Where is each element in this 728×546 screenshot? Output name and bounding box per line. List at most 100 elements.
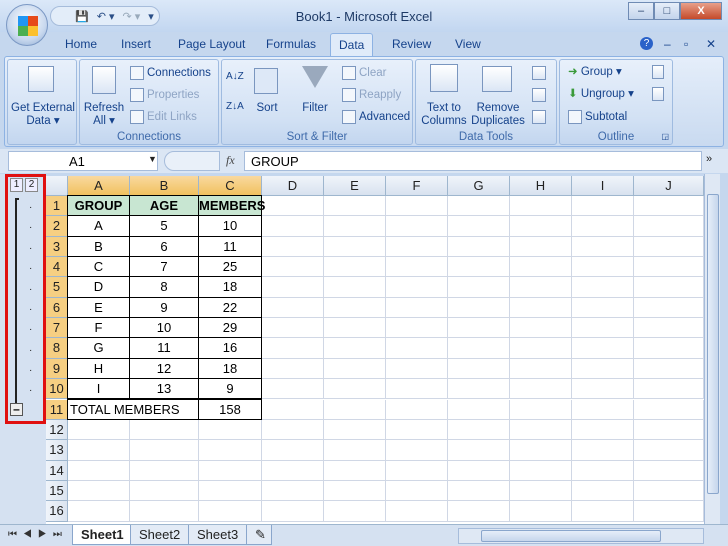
- cell[interactable]: [324, 297, 386, 319]
- table-header-cell[interactable]: GROUP: [67, 195, 130, 217]
- table-cell[interactable]: 6: [129, 235, 199, 258]
- edit-links-button[interactable]: Edit Links: [130, 110, 197, 124]
- expand-formula-bar-icon[interactable]: »: [706, 153, 712, 165]
- cell[interactable]: [199, 480, 262, 502]
- cell[interactable]: [386, 257, 448, 278]
- cell[interactable]: [634, 216, 704, 237]
- cell[interactable]: [448, 460, 510, 481]
- name-box-dropdown-icon[interactable]: ▼: [148, 154, 157, 164]
- cell[interactable]: [572, 338, 634, 359]
- cell[interactable]: [634, 257, 704, 278]
- row-header-9[interactable]: 9: [46, 358, 68, 380]
- column-header-e[interactable]: E: [324, 176, 386, 196]
- table-cell[interactable]: 29: [198, 317, 262, 339]
- cell[interactable]: [510, 297, 572, 319]
- sort-button[interactable]: Sort: [252, 102, 282, 115]
- sheet-tab-sheet1[interactable]: Sheet1: [72, 525, 133, 545]
- row-header-10[interactable]: 10: [46, 379, 68, 400]
- cell[interactable]: [634, 501, 704, 522]
- row-header-8[interactable]: 8: [46, 338, 68, 359]
- cell[interactable]: [634, 338, 704, 359]
- cell[interactable]: [130, 440, 199, 461]
- cell[interactable]: [634, 480, 704, 502]
- column-header-d[interactable]: D: [262, 176, 324, 196]
- cell[interactable]: [386, 236, 448, 258]
- table-cell[interactable]: G: [67, 337, 130, 359]
- dialog-launcher-icon[interactable]: ◲: [661, 132, 669, 141]
- cell[interactable]: [262, 440, 324, 461]
- cell[interactable]: [324, 216, 386, 237]
- cell[interactable]: [510, 399, 572, 420]
- subtotal-button[interactable]: Subtotal: [568, 110, 627, 124]
- cell[interactable]: [324, 196, 386, 217]
- table-header-cell[interactable]: MEMBERS: [198, 195, 265, 217]
- remove-duplicates-button[interactable]: Remove Duplicates: [468, 102, 528, 128]
- cell[interactable]: [262, 419, 324, 441]
- cell[interactable]: [572, 419, 634, 441]
- cell[interactable]: [634, 196, 704, 217]
- minimize-button[interactable]: –: [628, 2, 654, 20]
- cell[interactable]: [262, 480, 324, 502]
- table-cell[interactable]: 18: [198, 357, 262, 380]
- table-cell[interactable]: 13: [129, 378, 199, 400]
- cell[interactable]: [262, 358, 324, 380]
- refresh-all-button[interactable]: Refresh All ▾: [82, 102, 126, 128]
- cell[interactable]: [68, 440, 130, 461]
- table-cell[interactable]: 7: [129, 256, 199, 278]
- table-cell[interactable]: 16: [198, 337, 262, 359]
- row-header-2[interactable]: 2: [46, 216, 68, 237]
- reapply-button[interactable]: Reapply: [342, 88, 401, 102]
- column-header-h[interactable]: H: [510, 176, 572, 196]
- cell[interactable]: [324, 399, 386, 420]
- cell[interactable]: [510, 216, 572, 237]
- cell[interactable]: [199, 440, 262, 461]
- cell[interactable]: [572, 480, 634, 502]
- cell[interactable]: [324, 318, 386, 339]
- table-cell[interactable]: 5: [129, 215, 199, 237]
- cell[interactable]: [324, 419, 386, 441]
- row-header-6[interactable]: 6: [46, 297, 68, 319]
- cell[interactable]: [262, 501, 324, 522]
- row-header-12[interactable]: 12: [46, 419, 68, 441]
- cell[interactable]: [634, 440, 704, 461]
- formula-splitter[interactable]: [164, 151, 220, 171]
- data-validation-icon[interactable]: [532, 66, 546, 80]
- cell[interactable]: [324, 480, 386, 502]
- row-header-5[interactable]: 5: [46, 277, 68, 298]
- cell[interactable]: [448, 338, 510, 359]
- row-header-13[interactable]: 13: [46, 440, 68, 461]
- cell[interactable]: [324, 338, 386, 359]
- hide-detail-icon[interactable]: [652, 87, 664, 101]
- cell[interactable]: [324, 257, 386, 278]
- cell[interactable]: [634, 399, 704, 420]
- group-button[interactable]: ➜ Group ▾: [568, 66, 622, 79]
- cell[interactable]: [386, 216, 448, 237]
- horizontal-scrollbar[interactable]: [458, 528, 704, 544]
- cell[interactable]: [448, 277, 510, 298]
- cell[interactable]: [448, 257, 510, 278]
- cell[interactable]: [572, 399, 634, 420]
- sort-ascending-button[interactable]: A↓Z: [226, 70, 244, 83]
- cell[interactable]: [572, 501, 634, 522]
- ribbon-minimize-button[interactable]: –: [664, 37, 671, 51]
- cell[interactable]: [386, 480, 448, 502]
- table-cell[interactable]: 12: [129, 357, 199, 380]
- cell[interactable]: [510, 480, 572, 502]
- sort-descending-button[interactable]: Z↓A: [226, 100, 244, 113]
- cell[interactable]: [634, 379, 704, 400]
- insert-function-button[interactable]: fx: [226, 153, 235, 168]
- cell[interactable]: [324, 358, 386, 380]
- cell[interactable]: [510, 277, 572, 298]
- get-external-data-button[interactable]: Get External Data ▾: [10, 102, 76, 128]
- row-header-16[interactable]: 16: [46, 501, 68, 522]
- cell[interactable]: [262, 399, 324, 420]
- cell[interactable]: [262, 196, 324, 217]
- text-to-columns-button[interactable]: Text to Columns: [418, 102, 470, 128]
- cell[interactable]: [324, 501, 386, 522]
- cell[interactable]: [262, 297, 324, 319]
- sheet-nav-buttons[interactable]: ⏮◀▶⏭: [8, 529, 68, 540]
- cell[interactable]: [68, 480, 130, 502]
- cell[interactable]: [386, 318, 448, 339]
- cell[interactable]: [510, 501, 572, 522]
- cell[interactable]: [448, 297, 510, 319]
